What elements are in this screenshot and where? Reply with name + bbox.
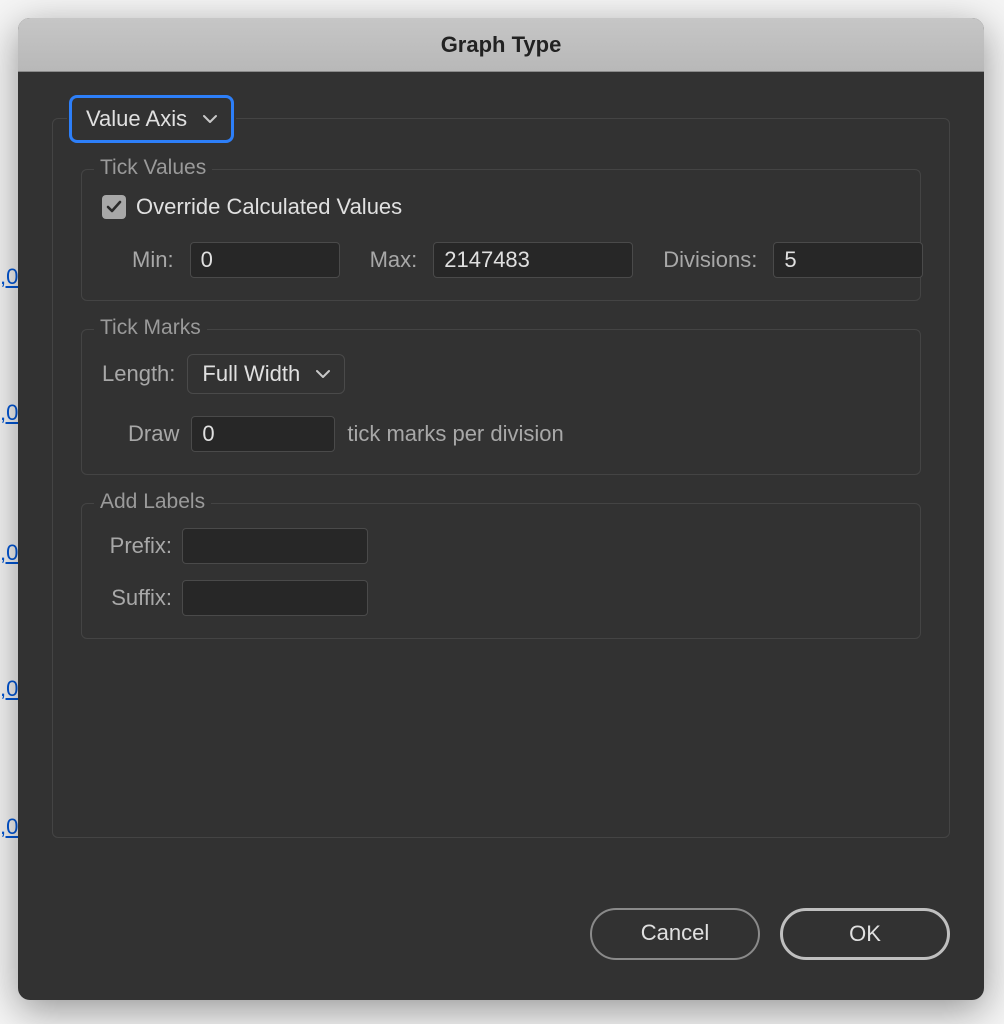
chevron-down-icon — [203, 114, 217, 124]
bg-mark: ,0 — [0, 676, 18, 702]
bg-mark: ,0 — [0, 264, 18, 290]
cancel-button[interactable]: Cancel — [590, 908, 760, 960]
section-select-value: Value Axis — [86, 106, 187, 132]
length-row: Length: Full Width — [102, 354, 900, 394]
length-label: Length: — [102, 361, 175, 387]
dialog-footer: Cancel OK — [18, 908, 984, 1000]
draw-row: Draw tick marks per division — [102, 416, 900, 452]
dialog-titlebar: Graph Type — [18, 18, 984, 72]
prefix-row: Prefix: — [102, 528, 900, 564]
draw-input[interactable] — [191, 416, 335, 452]
min-label: Min: — [132, 247, 174, 273]
ok-button[interactable]: OK — [780, 908, 950, 960]
suffix-input[interactable] — [182, 580, 368, 616]
bg-mark: ,0 — [0, 540, 18, 566]
max-input[interactable] — [433, 242, 633, 278]
divisions-label: Divisions: — [663, 247, 757, 273]
dialog-title: Graph Type — [441, 32, 562, 58]
max-label: Max: — [370, 247, 418, 273]
draw-label: Draw — [128, 421, 179, 447]
override-checkbox[interactable] — [102, 195, 126, 219]
suffix-label: Suffix: — [102, 585, 172, 611]
length-select-value: Full Width — [202, 361, 300, 387]
section-select-wrap: Value Axis — [67, 97, 236, 141]
override-row: Override Calculated Values — [102, 194, 900, 220]
length-select[interactable]: Full Width — [187, 354, 345, 394]
graph-type-dialog: Graph Type Value Axis Tick Values — [18, 18, 984, 1000]
bg-mark: ,0 — [0, 400, 18, 426]
chevron-down-icon — [316, 369, 330, 379]
values-row: Min: Max: Divisions: — [102, 242, 900, 278]
add-labels-legend: Add Labels — [94, 490, 211, 514]
min-input[interactable] — [190, 242, 340, 278]
override-label[interactable]: Override Calculated Values — [136, 194, 402, 220]
dialog-content: Value Axis Tick Values Override Calculat… — [18, 72, 984, 908]
prefix-input[interactable] — [182, 528, 368, 564]
prefix-label: Prefix: — [102, 533, 172, 559]
add-labels-group: Add Labels Prefix: Suffix: — [81, 503, 921, 639]
tick-values-group: Tick Values Override Calculated Values M… — [81, 169, 921, 301]
tick-values-legend: Tick Values — [94, 156, 212, 180]
section-select[interactable]: Value Axis — [71, 97, 232, 141]
bg-mark: ,0 — [0, 814, 18, 840]
tick-marks-legend: Tick Marks — [94, 316, 207, 340]
divisions-input[interactable] — [773, 242, 923, 278]
tick-marks-group: Tick Marks Length: Full Width Draw tick … — [81, 329, 921, 475]
suffix-row: Suffix: — [102, 580, 900, 616]
axis-settings-group: Value Axis Tick Values Override Calculat… — [52, 118, 950, 838]
draw-suffix-text: tick marks per division — [347, 421, 563, 447]
